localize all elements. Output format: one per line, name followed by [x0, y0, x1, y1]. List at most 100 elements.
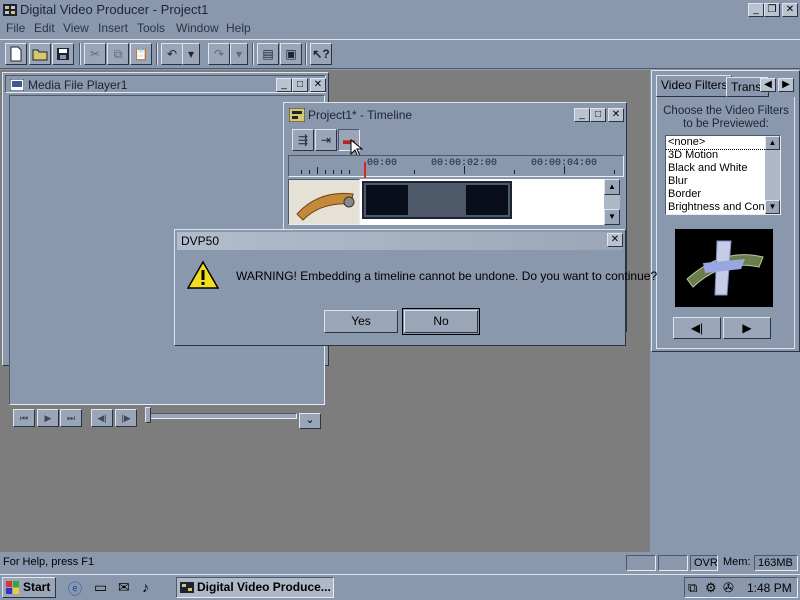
playhead[interactable]: [364, 162, 366, 178]
timeline-track[interactable]: ▲ ▼: [288, 179, 620, 225]
timeline-titlebar[interactable]: Project1* - Timeline _ □ ✕: [286, 105, 624, 125]
copy-icon[interactable]: ⧉: [107, 43, 129, 65]
timeline-add-track-icon[interactable]: ⇶: [292, 129, 314, 151]
filter-item[interactable]: <none>: [666, 136, 780, 150]
preview-prev-button[interactable]: ◀|: [673, 317, 721, 339]
filter-preview-image: [675, 229, 773, 307]
dialog-message: WARNING! Embedding a timeline cannot be …: [236, 269, 658, 283]
filter-item[interactable]: Border: [666, 188, 780, 201]
ruler-label: 00:00: [367, 158, 398, 169]
app-icon: [180, 582, 194, 593]
play-icon[interactable]: ▶: [37, 409, 59, 427]
filters-caption: Choose the Video Filters to be Previewed…: [663, 105, 789, 130]
start-button[interactable]: Start: [2, 577, 56, 598]
video-clip[interactable]: [362, 181, 512, 219]
menu-view[interactable]: View: [63, 21, 89, 35]
tab-video-filters[interactable]: Video Filters: [656, 75, 733, 97]
preview-play-button[interactable]: ▶: [723, 317, 771, 339]
status-mem-value: 163MB: [754, 555, 798, 571]
film-reel-icon: [296, 192, 355, 221]
save-icon[interactable]: [52, 43, 74, 65]
menu-tools[interactable]: Tools: [137, 21, 165, 35]
media-player-titlebar[interactable]: Media File Player1 _ □ ✕: [5, 75, 326, 93]
media-player-icon: [10, 79, 24, 91]
app-close-button[interactable]: ✕: [782, 3, 798, 17]
media-player-close-button[interactable]: ✕: [310, 78, 326, 92]
menu-insert[interactable]: Insert: [98, 21, 128, 35]
rewind-start-icon[interactable]: ⏮: [13, 409, 35, 427]
help-pointer-icon[interactable]: ↖?: [310, 43, 332, 65]
timeline-minimize-button[interactable]: _: [574, 108, 590, 122]
seek-slider-thumb[interactable]: [145, 407, 151, 423]
media-player-title: Media File Player1: [28, 78, 128, 92]
settings-icon[interactable]: ⚙: [705, 580, 717, 596]
filter-item[interactable]: Brightness and Contr: [666, 201, 780, 214]
dialog-titlebar[interactable]: DVP50 ✕: [177, 232, 623, 250]
seek-slider[interactable]: [145, 413, 297, 419]
no-button[interactable]: No: [402, 308, 480, 335]
media-player-maximize-button[interactable]: □: [292, 78, 308, 92]
toolbar: ✂ ⧉ 📋 ↶ ▾ ↷ ▾ ▤ ▣ ↖?: [0, 39, 800, 69]
filter-scroll-down-icon[interactable]: ▼: [765, 200, 780, 214]
timeline-icon: [289, 108, 305, 122]
outlook-icon[interactable]: ✉: [118, 579, 130, 596]
filter-item[interactable]: 3D Motion: [666, 149, 780, 162]
redo-disabled-icon[interactable]: ↷: [208, 43, 230, 65]
step-back-icon[interactable]: ◀|: [91, 409, 113, 427]
ie-icon[interactable]: ⓔ: [68, 579, 82, 599]
undo-dropdown-icon[interactable]: ▾: [182, 43, 200, 65]
cut-icon[interactable]: ✂: [84, 43, 106, 65]
desktop-icon[interactable]: ▭: [94, 579, 107, 596]
menu-window[interactable]: Window: [176, 21, 219, 35]
media-player-dropdown-button[interactable]: ⌄: [299, 413, 321, 429]
status-ovr: OVR: [690, 555, 718, 571]
filter-item[interactable]: Blur: [666, 175, 780, 188]
open-folder-icon[interactable]: [29, 43, 51, 65]
app-title: Digital Video Producer - Project1: [20, 2, 209, 17]
track-scrollbar[interactable]: [604, 195, 620, 209]
timeline-maximize-button[interactable]: □: [590, 108, 606, 122]
clock[interactable]: 1:48 PM: [747, 581, 792, 595]
system-tray: ⧉ ⚙ ✇ 1:48 PM: [684, 577, 798, 598]
status-cell: [658, 555, 688, 571]
windows-logo-icon: [6, 581, 19, 594]
capture-icon[interactable]: ▣: [280, 43, 302, 65]
menu-edit[interactable]: Edit: [34, 21, 55, 35]
network-icon[interactable]: ⧉: [688, 580, 697, 596]
toolbar-separator: [156, 43, 158, 65]
yes-button[interactable]: Yes: [324, 310, 398, 333]
dialog-close-button[interactable]: ✕: [607, 233, 623, 247]
redo-dropdown-icon[interactable]: ▾: [230, 43, 248, 65]
app-minimize-button[interactable]: _: [748, 3, 764, 17]
dialog-title: DVP50: [181, 234, 220, 248]
tab-scroll-right-icon[interactable]: ▶: [778, 78, 794, 92]
volume-icon[interactable]: ✇: [723, 580, 734, 596]
menu-help[interactable]: Help: [226, 21, 251, 35]
track-scroll-down-icon[interactable]: ▼: [604, 209, 620, 225]
track-scroll-up-icon[interactable]: ▲: [604, 179, 620, 195]
forward-end-icon[interactable]: ⏭: [60, 409, 82, 427]
paste-icon[interactable]: 📋: [130, 43, 152, 65]
storyboard-icon[interactable]: ▤: [257, 43, 279, 65]
step-forward-icon[interactable]: |▶: [115, 409, 137, 427]
timeline-ruler[interactable]: 00:00 00:00:02:00 00:00:04:00: [288, 155, 624, 178]
menu-file[interactable]: File: [6, 21, 25, 35]
status-cell: [626, 555, 656, 571]
filter-scroll-up-icon[interactable]: ▲: [765, 136, 780, 150]
filter-item[interactable]: Black and White: [666, 162, 780, 175]
media-icon[interactable]: ♪: [142, 579, 149, 595]
warning-icon: [187, 260, 219, 289]
taskbar-app-button[interactable]: Digital Video Produce...: [176, 577, 334, 598]
tab-scroll-left-icon[interactable]: ◀: [760, 78, 776, 92]
app-icon: [3, 4, 17, 16]
undo-icon[interactable]: ↶: [161, 43, 183, 65]
timeline-close-button[interactable]: ✕: [608, 108, 624, 122]
toolbar-separator: [252, 43, 254, 65]
timeline-insert-icon[interactable]: ⇥: [315, 129, 337, 151]
ruler-label: 00:00:02:00: [431, 158, 498, 169]
filter-list[interactable]: <none> 3D Motion Black and White Blur Bo…: [665, 135, 781, 215]
filter-scrollbar[interactable]: [765, 150, 780, 200]
media-player-minimize-button[interactable]: _: [276, 78, 292, 92]
new-file-icon[interactable]: [5, 43, 27, 65]
app-restore-button[interactable]: ❐: [764, 3, 780, 17]
